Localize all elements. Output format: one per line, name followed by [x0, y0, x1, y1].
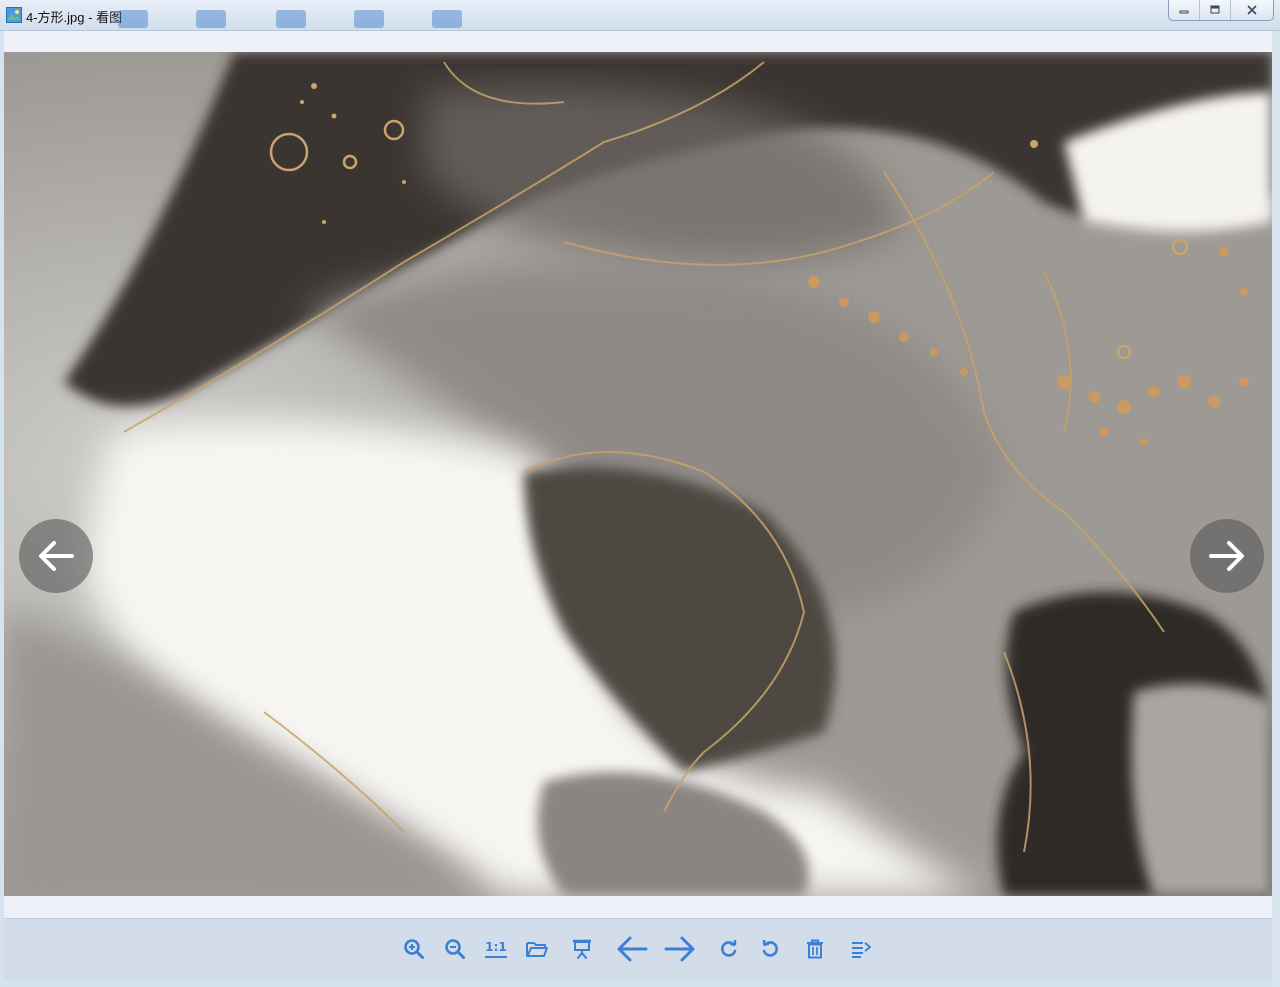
rotate-clockwise-icon — [721, 940, 737, 957]
arrow-left-icon — [39, 541, 74, 571]
actual-size-label: 1:1 — [485, 939, 507, 954]
image-canvas[interactable] — [4, 52, 1272, 896]
background-glimpse — [196, 10, 226, 28]
zoom-in-button[interactable] — [400, 933, 428, 965]
displayed-image — [4, 52, 1272, 896]
minimize-button[interactable] — [1169, 0, 1199, 20]
folder-open-icon — [526, 942, 548, 957]
arrow-right-icon — [1209, 541, 1244, 571]
actual-size-button[interactable]: 1:1 — [482, 933, 510, 965]
open-folder-button[interactable] — [523, 933, 551, 965]
zoom-in-icon — [404, 939, 424, 959]
close-button[interactable] — [1230, 0, 1273, 20]
viewer-bottom-margin — [4, 896, 1272, 918]
zoom-out-icon — [445, 939, 465, 959]
delete-button[interactable] — [801, 933, 829, 965]
next-image-button[interactable] — [1190, 519, 1264, 593]
slideshow-button[interactable] — [568, 933, 596, 965]
actual-size-underline — [485, 955, 507, 958]
bottom-toolbar: 1:1 — [4, 918, 1272, 981]
rotate-right-button[interactable] — [715, 933, 743, 965]
background-glimpse — [118, 10, 148, 28]
viewer-top-margin — [4, 31, 1272, 52]
right-edge — [1272, 31, 1280, 987]
close-icon — [1247, 5, 1257, 15]
arrow-right-icon — [664, 936, 695, 962]
next-button[interactable] — [662, 933, 698, 965]
previous-image-button[interactable] — [19, 519, 93, 593]
zoom-out-button[interactable] — [441, 933, 469, 965]
slideshow-icon — [573, 939, 591, 959]
title-bar[interactable]: 4-方形.jpg - 看图 — [0, 0, 1280, 31]
trash-icon — [807, 939, 823, 959]
maximize-button[interactable] — [1199, 0, 1230, 20]
previous-button[interactable] — [614, 933, 650, 965]
app-icon — [6, 7, 22, 23]
rotate-counterclockwise-icon — [762, 940, 778, 957]
menu-list-icon — [852, 942, 871, 958]
image-viewer-window: 4-方形.jpg - 看图 1:1 — [0, 0, 1280, 987]
menu-button[interactable] — [847, 933, 875, 965]
arrow-left-icon — [617, 936, 648, 962]
minimize-icon — [1179, 10, 1189, 14]
rotate-left-button[interactable] — [756, 933, 784, 965]
background-glimpse — [354, 10, 384, 28]
background-glimpse — [276, 10, 306, 28]
maximize-icon — [1210, 5, 1220, 14]
window-title: 4-方形.jpg - 看图 — [26, 10, 123, 25]
background-glimpse — [432, 10, 462, 28]
window-controls — [1168, 0, 1274, 21]
